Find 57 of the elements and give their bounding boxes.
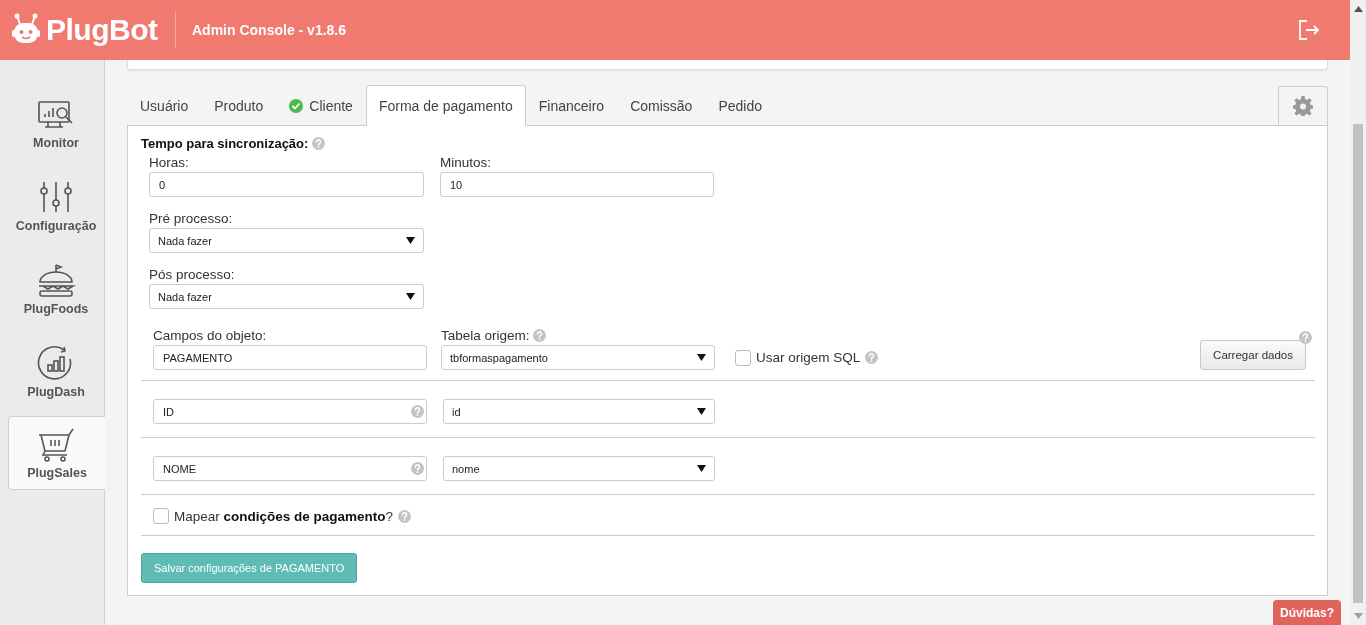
help-icon[interactable] [398,509,412,523]
field-label: Tabela origem: [441,328,530,343]
caret-icon [697,408,706,415]
field-label: Horas: [149,155,190,170]
brand-name: PlugBot [46,13,158,47]
app-subtitle: Admin Console - v1.8.6 [192,22,347,38]
burger-icon [36,262,76,298]
scroll-down-icon[interactable] [1353,613,1363,619]
field-label: Pós processo: [149,267,236,282]
tab[interactable]: Cliente [276,85,366,125]
tab[interactable]: Forma de pagamento [365,85,526,126]
caret-icon [406,293,415,300]
source-table-select[interactable]: tbformaspagamento [441,345,715,370]
checkbox-label: Usar origem SQL [756,350,861,365]
field-name-field[interactable]: NOME [153,456,427,481]
field-label: Pré processo: [149,211,234,226]
field-name-field[interactable]: ID [153,399,427,424]
field-label: Campos do objeto: [153,328,268,343]
settings-icon [1293,96,1313,116]
help-icon[interactable] [1299,331,1312,344]
help-icon[interactable] [411,405,424,418]
tab[interactable]: Financeiro [525,85,618,125]
sidebar-item[interactable]: PlugFoods [8,250,104,328]
help-icon[interactable] [411,462,424,475]
cart-icon [37,426,77,462]
tab[interactable]: Comissão [617,85,706,125]
tab[interactable]: Pedido [705,85,775,125]
scrollbar[interactable] [1350,0,1366,625]
post-process-select[interactable]: Nada fazer [149,284,424,309]
tab[interactable]: Produto [201,85,277,125]
caret-icon [406,237,415,244]
help-icon[interactable] [312,137,326,150]
pre-process-select[interactable]: Nada fazer [149,228,424,253]
sidebar-item[interactable]: Configuração [8,167,104,245]
checkbox[interactable] [153,508,169,524]
tab[interactable]: Usuário [127,85,202,125]
sidebar-item[interactable]: Monitor [8,84,104,162]
checkbox[interactable] [735,349,751,366]
column-select[interactable]: nome [443,456,715,481]
caret-icon [697,465,706,472]
checkbox-label: Mapear condições de pagamento? [174,508,394,524]
hours-field[interactable]: 0 [149,172,424,197]
help-icon[interactable] [532,329,546,342]
help-icon[interactable] [865,351,879,364]
minutes-field[interactable]: 10 [440,172,714,197]
load-data-button[interactable]: Carregar dados [1200,340,1306,370]
field-label: Minutos: [440,155,493,170]
column-select[interactable]: id [443,399,715,424]
scroll-up-icon[interactable] [1353,6,1363,12]
settings-tab[interactable] [1278,86,1328,125]
sidebar-item[interactable]: PlugSales [8,416,105,490]
caret-icon [697,354,706,361]
logout-icon[interactable] [1298,19,1320,41]
check-circle-icon [289,98,304,113]
section-title: Tempo para sincronização: [141,136,309,151]
sidebar-item[interactable]: PlugDash [8,333,104,411]
object-fields-field[interactable]: PAGAMENTO [153,345,427,370]
